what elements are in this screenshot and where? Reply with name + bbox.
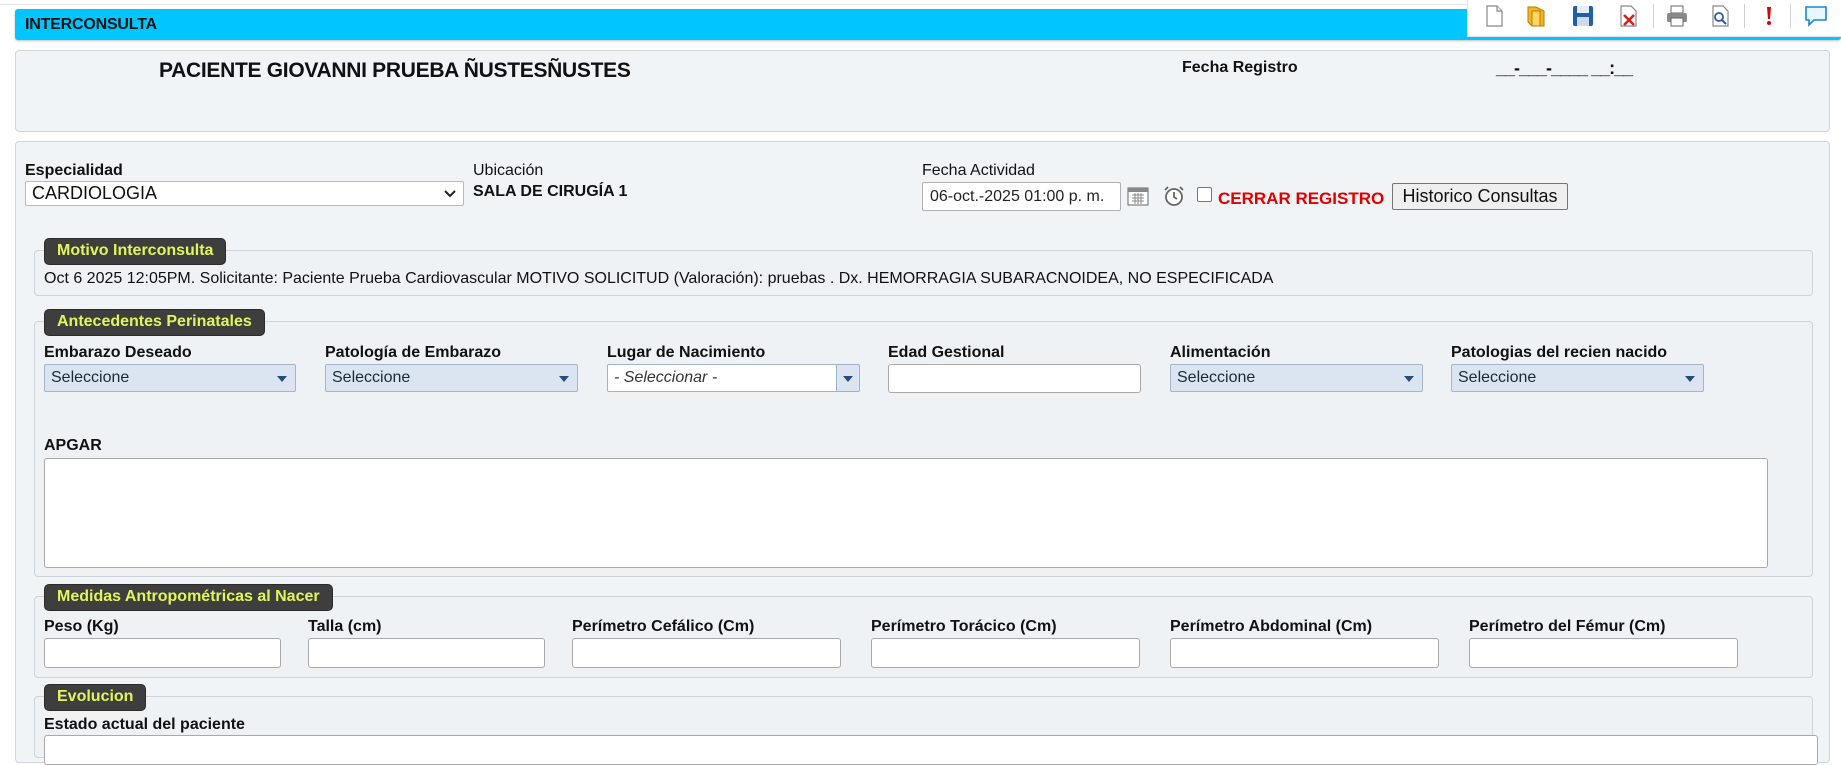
patologias-recien-nacido-value: Seleccione <box>1458 369 1537 386</box>
chevron-down-icon <box>1404 376 1414 382</box>
toolbar-separator <box>1744 4 1745 28</box>
embarazo-deseado-select[interactable]: Seleccione <box>44 364 296 392</box>
especialidad-label: Especialidad <box>25 162 123 179</box>
patient-name: PACIENTE GIOVANNI PRUEBA ÑUSTESÑUSTES <box>159 59 631 82</box>
patologia-embarazo-select[interactable]: Seleccione <box>325 364 578 392</box>
medidas-legend: Medidas Antropométricas al Nacer <box>44 584 333 611</box>
cerrar-registro-label: CERRAR REGISTRO <box>1218 189 1385 208</box>
embarazo-deseado-label: Embarazo Deseado <box>44 344 192 361</box>
perimetro-cefalico-label: Perímetro Cefálico (Cm) <box>572 618 755 635</box>
fecha-actividad-value: 06-oct.-2025 01:00 p. m. <box>930 188 1105 205</box>
chat-icon[interactable] <box>1803 3 1829 29</box>
combobox-dropdown-button[interactable] <box>836 365 859 391</box>
window-title: INTERCONSULTA <box>25 16 157 33</box>
fecha-registro-label: Fecha Registro <box>1182 59 1298 76</box>
perinatales-legend: Antecedentes Perinatales <box>44 309 265 336</box>
talla-input[interactable] <box>308 638 545 668</box>
especialidad-value: CARDIOLOGIA <box>32 183 158 203</box>
perimetro-toracico-input[interactable] <box>871 638 1140 668</box>
perimetro-abdominal-label: Perímetro Abdominal (Cm) <box>1170 618 1373 635</box>
print-preview-icon[interactable] <box>1707 3 1733 29</box>
fecha-actividad-label: Fecha Actividad <box>922 162 1035 179</box>
calendar-icon[interactable] <box>1127 185 1149 207</box>
cerrar-registro-checkbox[interactable] <box>1197 187 1212 202</box>
estado-actual-label: Estado actual del paciente <box>44 716 245 733</box>
historico-consultas-button[interactable]: Historico Consultas <box>1392 183 1568 210</box>
apgar-textarea[interactable] <box>44 458 1768 568</box>
chevron-down-icon <box>843 376 853 382</box>
edad-gestional-input[interactable] <box>888 364 1141 393</box>
toolbar-separator <box>1653 4 1654 28</box>
new-document-icon[interactable] <box>1481 3 1507 29</box>
chevron-down-icon <box>1685 376 1695 382</box>
toolbar-separator <box>1790 4 1791 28</box>
peso-label: Peso (Kg) <box>44 618 119 635</box>
alimentacion-label: Alimentación <box>1170 344 1271 361</box>
especialidad-select[interactable]: CARDIOLOGIA <box>25 181 464 206</box>
alarm-clock-icon[interactable] <box>1162 184 1186 208</box>
toolbar <box>1467 0 1841 37</box>
patologia-embarazo-value: Seleccione <box>332 369 411 386</box>
chevron-down-icon <box>559 376 569 382</box>
motivo-legend: Motivo Interconsulta <box>44 238 227 265</box>
motivo-text: Oct 6 2025 12:05PM. Solicitante: Pacient… <box>44 270 1274 287</box>
lugar-nacimiento-label: Lugar de Nacimiento <box>607 344 766 361</box>
alimentacion-select[interactable]: Seleccione <box>1170 364 1423 392</box>
save-icon[interactable] <box>1570 3 1596 29</box>
lugar-nacimiento-value: - Seleccionar - <box>614 369 718 386</box>
perimetro-toracico-label: Perímetro Torácico (Cm) <box>871 618 1057 635</box>
chevron-down-icon <box>444 190 456 198</box>
patologia-embarazo-label: Patología de Embarazo <box>325 344 502 361</box>
patologias-recien-nacido-label: Patologias del recien nacido <box>1451 344 1668 361</box>
ubicacion-value: SALA DE CIRUGÍA 1 <box>473 183 628 200</box>
talla-label: Talla (cm) <box>308 618 382 635</box>
evolucion-legend: Evolucion <box>44 684 147 711</box>
perimetro-femur-label: Perímetro del Fémur (Cm) <box>1469 618 1666 635</box>
lugar-nacimiento-combobox[interactable]: - Seleccionar - <box>607 364 860 392</box>
embarazo-deseado-value: Seleccione <box>51 369 130 386</box>
perimetro-abdominal-input[interactable] <box>1170 638 1439 668</box>
peso-input[interactable] <box>44 638 281 668</box>
patologias-recien-nacido-select[interactable]: Seleccione <box>1451 364 1704 392</box>
perimetro-cefalico-input[interactable] <box>572 638 841 668</box>
print-icon[interactable] <box>1664 3 1690 29</box>
ubicacion-label: Ubicación <box>473 162 544 179</box>
perimetro-femur-input[interactable] <box>1469 638 1738 668</box>
apgar-label: APGAR <box>44 437 102 454</box>
edad-gestional-label: Edad Gestional <box>888 344 1005 361</box>
fecha-registro-value: __-___-____ __:__ <box>1496 58 1633 78</box>
open-folder-icon[interactable] <box>1523 3 1549 29</box>
estado-actual-textarea[interactable] <box>44 735 1818 765</box>
alimentacion-value: Seleccione <box>1177 369 1256 386</box>
delete-document-icon[interactable] <box>1615 3 1641 29</box>
fecha-actividad-input[interactable]: 06-oct.-2025 01:00 p. m. <box>922 182 1121 211</box>
alert-icon[interactable] <box>1756 3 1782 29</box>
chevron-down-icon <box>277 376 287 382</box>
